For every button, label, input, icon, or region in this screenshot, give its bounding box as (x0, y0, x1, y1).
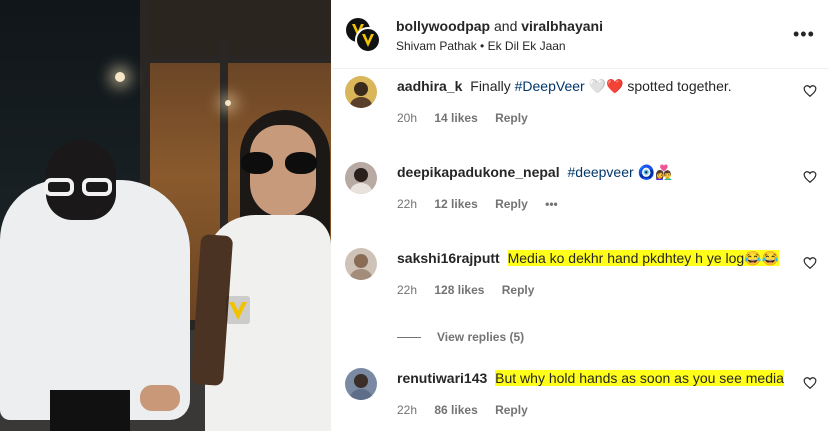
like-heart-icon[interactable] (803, 376, 817, 390)
comment-text: renutiwari143 But why hold hands as soon… (397, 370, 784, 386)
comment-time: 22h (397, 197, 418, 211)
owner-connector: and (494, 18, 518, 34)
reply-button[interactable]: Reply (495, 111, 528, 125)
comment-time: 20h (397, 111, 418, 125)
view-replies-button[interactable]: View replies (5) (397, 330, 524, 344)
white-sunglasses (44, 178, 116, 198)
comment-text: deepikapadukone_nepal #deepveer 🧿👩‍❤️‍👨 (397, 164, 672, 181)
comment-meta: 22h 12 likes Reply ••• (397, 197, 572, 211)
comment-hashtag[interactable]: #DeepVeer (515, 78, 585, 94)
comment-likes[interactable]: 86 likes (434, 403, 477, 417)
comment-likes[interactable]: 14 likes (434, 111, 477, 125)
ceiling-light (115, 72, 125, 82)
reply-button[interactable]: Reply (502, 283, 535, 297)
door-frame (140, 55, 331, 63)
more-horizontal-icon[interactable]: ••• (793, 24, 814, 44)
comment-time: 22h (397, 283, 418, 297)
collab-avatar-icon[interactable] (345, 17, 381, 53)
like-heart-icon[interactable] (803, 84, 817, 98)
comment-text: sakshi16rajputt Media ko dekhr hand pkdh… (397, 250, 780, 267)
like-heart-icon[interactable] (803, 256, 817, 270)
avatar-portrait-icon (350, 168, 372, 194)
ceiling-light (225, 100, 231, 106)
comment-hashtag[interactable]: #deepveer (568, 164, 634, 180)
comment-text: aadhira_k Finally #DeepVeer 🤍❤️ spotted … (397, 78, 732, 95)
comment-body-end: spotted together. (623, 78, 732, 94)
reply-button[interactable]: Reply (495, 403, 528, 417)
comment-emoji: 😂😂 (744, 250, 780, 266)
replies-divider (397, 337, 421, 339)
comment-username[interactable]: renutiwari143 (397, 370, 487, 386)
holding-hands (140, 385, 180, 411)
post-sidebar: bollywoodpap and viralbhayani Shivam Pat… (331, 0, 829, 431)
view-replies-label: View replies (5) (437, 330, 525, 344)
commenter-avatar[interactable] (345, 368, 377, 400)
avatar-portrait-icon (350, 82, 372, 108)
audio-track[interactable]: Shivam Pathak • Ek Dil Ek Jaan (396, 39, 566, 53)
comment-likes[interactable]: 128 likes (434, 283, 484, 297)
dark-sunglasses (241, 152, 317, 174)
comment-body: Finally (470, 78, 515, 94)
comment-meta: 20h 14 likes Reply (397, 111, 542, 125)
commenter-avatar[interactable] (345, 76, 377, 108)
commenter-avatar[interactable] (345, 248, 377, 280)
post-owners: bollywoodpap and viralbhayani (396, 18, 603, 34)
comment-meta: 22h 86 likes Reply (397, 403, 542, 417)
person-left-legs (50, 390, 130, 431)
like-heart-icon[interactable] (803, 170, 817, 184)
comment-options-icon[interactable]: ••• (545, 197, 558, 211)
comment-time: 22h (397, 403, 418, 417)
comment-body: But why hold hands as soon as you see me… (495, 370, 784, 386)
commenter-avatar[interactable] (345, 162, 377, 194)
reply-button[interactable]: Reply (495, 197, 528, 211)
comment-username[interactable]: sakshi16rajputt (397, 250, 500, 266)
comment-username[interactable]: aadhira_k (397, 78, 462, 94)
post-header: bollywoodpap and viralbhayani Shivam Pat… (331, 0, 829, 69)
post-media-video[interactable] (0, 0, 331, 431)
collaborator-username[interactable]: viralbhayani (521, 18, 603, 34)
viral-logo-watermark (226, 296, 250, 324)
comment-emoji: 🤍❤️ (588, 78, 624, 94)
comment-username[interactable]: deepikapadukone_nepal (397, 164, 560, 180)
avatar-portrait-icon (350, 374, 372, 400)
owner-username[interactable]: bollywoodpap (396, 18, 490, 34)
avatar-portrait-icon (350, 254, 372, 280)
comment-body-highlighted: Media ko dekhr hand pkdhtey h ye log😂😂 (507, 250, 780, 266)
comment-emoji: 🧿👩‍❤️‍👨 (637, 164, 673, 180)
comment-likes[interactable]: 12 likes (434, 197, 477, 211)
comment-meta: 22h 128 likes Reply (397, 283, 548, 297)
comment-body: Media ko dekhr hand pkdhtey h ye log (507, 250, 745, 266)
